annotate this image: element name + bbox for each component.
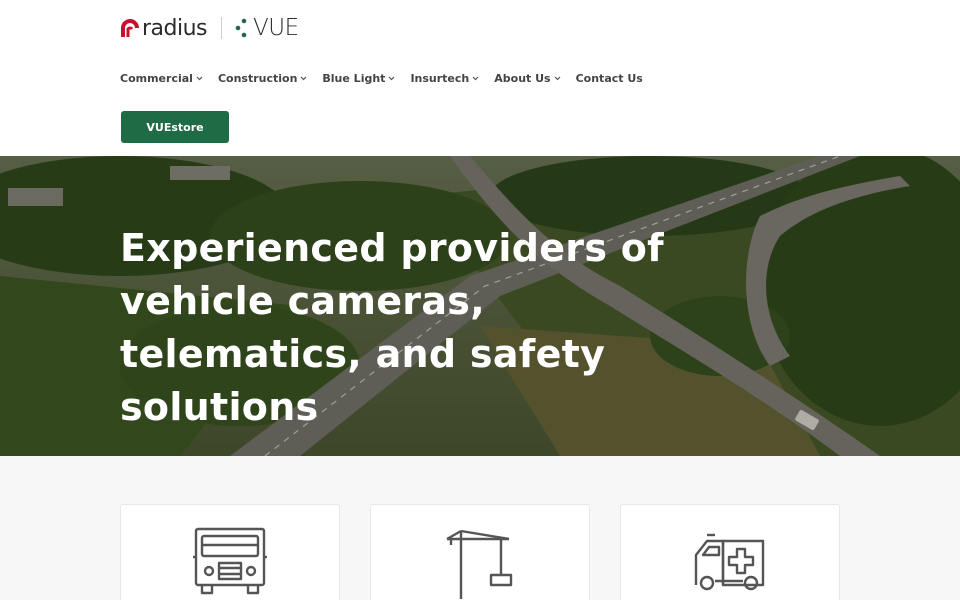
chevron-down-icon	[196, 75, 203, 82]
ambulance-icon	[694, 533, 765, 591]
hero-title: Experienced providers of vehicle cameras…	[120, 226, 665, 429]
main-nav: Commercial Construction Blue Light Insur…	[120, 70, 658, 86]
truck-icon	[193, 527, 267, 595]
radius-logo[interactable]: radius	[120, 15, 208, 41]
vue-logo[interactable]: VUE	[234, 15, 299, 41]
nav-item-insurtech[interactable]: Insurtech	[410, 70, 479, 86]
radius-logo-text: radius	[142, 15, 208, 41]
hero-banner: Experienced providers of vehicle cameras…	[0, 156, 960, 456]
logo-row: radius VUE	[120, 14, 299, 42]
nav-item-label: About Us	[494, 71, 551, 85]
category-card-blue-light[interactable]	[620, 504, 840, 600]
chevron-down-icon	[388, 75, 395, 82]
category-card-construction[interactable]	[370, 504, 590, 600]
nav-item-label: Construction	[217, 71, 298, 85]
vue-logo-text: VUE	[253, 15, 299, 41]
chevron-down-icon	[554, 75, 561, 82]
category-card-commercial[interactable]	[120, 504, 340, 600]
nav-item-blue-light[interactable]: Blue Light	[322, 70, 395, 86]
radius-mark-icon	[121, 19, 139, 37]
nav-item-commercial[interactable]: Commercial	[120, 70, 203, 86]
category-cards	[0, 456, 960, 600]
site-header: radius VUE Commercial Construction Blue …	[0, 0, 960, 156]
nav-item-about-us[interactable]: About Us	[494, 70, 561, 86]
vuestore-button[interactable]: VUEstore	[121, 111, 229, 143]
chevron-down-icon	[472, 75, 479, 82]
nav-item-label: Commercial	[120, 71, 193, 85]
nav-item-label: Blue Light	[322, 71, 386, 85]
nav-item-construction[interactable]: Construction	[218, 70, 307, 86]
logo-divider	[221, 17, 223, 39]
nav-item-contact-us[interactable]: Contact Us	[576, 70, 643, 86]
vue-dots-icon	[235, 18, 247, 38]
crane-icon	[446, 529, 513, 599]
chevron-down-icon	[300, 75, 307, 82]
nav-item-label: Insurtech	[410, 71, 470, 85]
nav-item-label: Contact Us	[575, 71, 643, 85]
